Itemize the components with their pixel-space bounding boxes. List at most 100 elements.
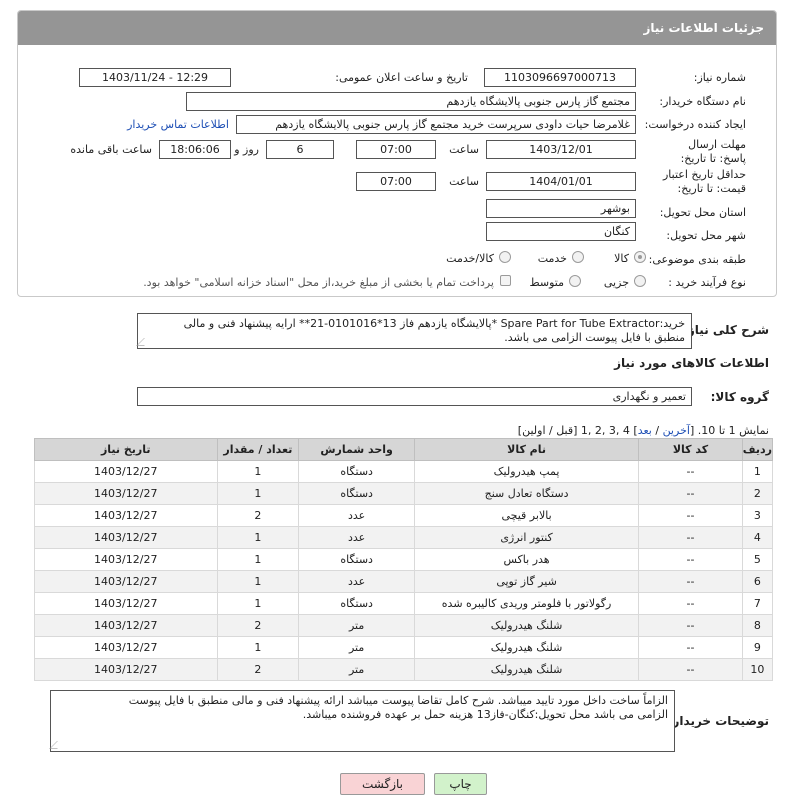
cell-need-date: 1403/12/27 [34,504,218,527]
cell-goods-name: کنتور انرژی [413,526,640,549]
cell-goods-name: شیر گاز توپی [413,570,640,593]
cell-unit: دستگاه [298,460,415,483]
table-row: 5 -- هدر باکس دستگاه 1 1403/12/27 [34,548,774,571]
buyer-contact-link[interactable]: اطلاعات تماس خریدار [127,118,229,131]
table-row: 1 -- پمپ هیدرولیک دستگاه 1 1403/12/27 [34,460,774,483]
cell-unit: عدد [298,526,415,549]
cell-row-number: 10 [741,658,774,681]
table-row: 8 -- شلنگ هیدرولیک متر 2 1403/12/27 [34,614,774,637]
category-goods-service-radio[interactable] [499,251,511,263]
cell-quantity: 1 [216,592,300,615]
pagination-next-link[interactable]: بعد [638,424,652,437]
process-type-label: نوع فرآیند خرید : [668,276,746,289]
table-row: 2 -- دستگاه تعادل سنج دستگاه 1 1403/12/27 [34,482,774,505]
description-label: شرح کلی نیاز: [683,323,769,337]
cell-quantity: 2 [216,504,300,527]
reply-deadline-label: مهلت ارسال پاسخ: تا تاریخ: [680,138,746,165]
cell-need-date: 1403/12/27 [34,592,218,615]
cell-unit: متر [298,614,415,637]
header-quantity: تعداد / مقدار [216,438,300,461]
description-line-1: خرید:Spare Part for Tube Extractor *پالا… [183,317,685,330]
items-table: ردیف کد کالا نام کالا واحد شمارش تعداد /… [34,438,774,681]
description-textarea[interactable]: خرید:Spare Part for Tube Extractor *پالا… [136,313,692,349]
province-label: استان محل تحویل: [659,206,746,219]
print-button[interactable]: چاپ [434,773,487,795]
table-row: 3 -- بالابر قیچی عدد 2 1403/12/27 [34,504,774,527]
cell-row-number: 5 [741,548,774,571]
cell-quantity: 1 [216,570,300,593]
header-goods-name: نام کالا [413,438,640,461]
back-button[interactable]: بازگشت [340,773,425,795]
cell-goods-code: -- [638,658,743,681]
cell-goods-code: -- [638,570,743,593]
cell-goods-name: شلنگ هیدرولیک [413,658,640,681]
cell-goods-code: -- [638,614,743,637]
goods-group-label: گروه کالا: [710,390,769,404]
table-row: 4 -- کنتور انرژی عدد 1 1403/12/27 [34,526,774,549]
cell-row-number: 6 [741,570,774,593]
items-table-header: ردیف کد کالا نام کالا واحد شمارش تعداد /… [34,438,774,461]
remaining-label: ساعت باقی مانده [70,143,152,156]
cell-row-number: 3 [741,504,774,527]
cell-goods-code: -- [638,592,743,615]
cell-unit: عدد [298,570,415,593]
cell-goods-code: -- [638,482,743,505]
cell-goods-code: -- [638,460,743,483]
price-validity-date: 1404/01/01 [486,172,636,191]
cell-goods-code: -- [638,548,743,571]
category-goods-label: کالا [614,252,629,265]
pagination-last-link[interactable]: آخرین [663,424,690,437]
buyer-notes-line-2: الزامی می باشد محل تحویل:کنگان-فاز13 هزی… [302,708,668,721]
category-label: طبقه بندی موضوعی: [648,253,746,266]
header-need-date: تاریخ نیاز [34,438,218,461]
cell-need-date: 1403/12/27 [34,570,218,593]
province-field: بوشهر [486,199,636,218]
cell-quantity: 1 [216,460,300,483]
cell-unit: متر [298,636,415,659]
need-number-field: 1103096697000713 [484,68,636,87]
reply-days-label: روز و [234,143,259,156]
cell-quantity: 2 [216,614,300,637]
cell-need-date: 1403/12/27 [34,658,218,681]
process-medium-label: متوسط [529,276,564,289]
treasury-bonds-note: پرداخت تمام یا بخشی از مبلغ خرید،از محل … [143,276,494,289]
category-service-radio[interactable] [572,251,584,263]
cell-row-number: 7 [741,592,774,615]
requester-label: ایجاد کننده درخواست: [644,118,746,131]
treasury-bonds-checkbox[interactable] [500,275,511,286]
cell-row-number: 8 [741,614,774,637]
process-medium-radio[interactable] [569,275,581,287]
cell-need-date: 1403/12/27 [34,460,218,483]
resize-handle-icon[interactable] [49,741,65,749]
reply-deadline-time: 07:00 [356,140,436,159]
table-row: 6 -- شیر گاز توپی عدد 1 1403/12/27 [34,570,774,593]
reply-remaining-time: 18:06:06 [159,140,231,159]
cell-quantity: 2 [216,658,300,681]
city-field: کنگان [486,222,636,241]
table-row: 7 -- رگولاتور با فلومتر وریدی کالیبره شده د… [34,592,774,615]
reply-deadline-date: 1403/12/01 [486,140,636,159]
table-row: 9 -- شلنگ هیدرولیک متر 1 1403/12/27 [34,636,774,659]
category-service-label: خدمت [537,252,567,265]
category-goods-service-label: کالا/خدمت [446,252,494,265]
cell-quantity: 1 [216,482,300,505]
cell-goods-name: دستگاه تعادل سنج [413,482,640,505]
category-goods-radio[interactable] [634,251,646,263]
requester-field: غلامرضا حیات داودی سرپرست خرید مجتمع گاز… [236,115,636,134]
pagination: نمایش 1 تا 10. [آخرین / بعد] 4 ,3 ,2 ,1 … [518,424,769,437]
cell-unit: دستگاه [298,592,415,615]
cell-row-number: 9 [741,636,774,659]
cell-goods-name: شلنگ هیدرولیک [413,614,640,637]
cell-quantity: 1 [216,636,300,659]
cell-quantity: 1 [216,548,300,571]
buyer-notes-textarea[interactable]: الزاماً ساخت داخل مورد تایید میباشد. شرح… [49,690,675,752]
process-partial-radio[interactable] [634,275,646,287]
process-partial-label: جزیی [603,276,629,289]
header-row-number: ردیف [741,438,774,461]
cell-goods-code: -- [638,526,743,549]
reply-days-remaining: 6 [266,140,334,159]
announce-datetime-label: تاریخ و ساعت اعلان عمومی: [335,71,468,84]
price-validity-label: حداقل تاریخ اعتبار قیمت: تا تاریخ: [662,168,746,195]
table-row: 10 -- شلنگ هیدرولیک متر 2 1403/12/27 [34,658,774,681]
cell-goods-name: هدر باکس [413,548,640,571]
